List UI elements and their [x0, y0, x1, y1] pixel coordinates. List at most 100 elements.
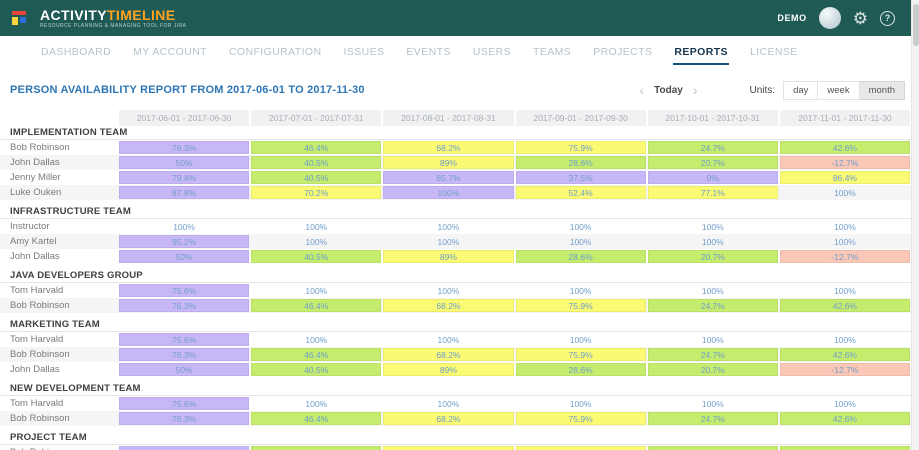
availability-cell: 100% [251, 284, 381, 297]
nav-item-projects[interactable]: PROJECTS [592, 37, 653, 65]
availability-cell: 68.2% [383, 412, 513, 425]
nav-item-configuration[interactable]: CONFIGURATION [228, 37, 323, 65]
nav-item-issues[interactable]: ISSUES [342, 37, 385, 65]
nav-item-my-account[interactable]: MY ACCOUNT [132, 37, 208, 65]
team-section-marketing-team: MARKETING TEAMTom Harvald75.6%100%100%10… [0, 318, 911, 377]
unit-button-day[interactable]: day [783, 81, 818, 100]
nav-item-dashboard[interactable]: DASHBOARD [40, 37, 112, 65]
prev-period-button[interactable]: ‹ [633, 83, 650, 97]
vertical-scrollbar[interactable] [911, 0, 919, 450]
table-row: Bob Robinson76.3%46.4%68.2%75.9%24.7%42.… [0, 411, 911, 426]
units-label: Units: [750, 85, 776, 96]
availability-cell: 100% [780, 186, 910, 199]
availability-cell: 100% [780, 333, 910, 346]
availability-cell: 100% [648, 397, 778, 410]
availability-cell: -12.7% [780, 363, 910, 376]
table-row: Tom Harvald75.6%100%100%100%100%100% [0, 396, 911, 411]
report-toolbar: PERSON AVAILABILITY REPORT FROM 2017-06-… [0, 66, 919, 100]
nav-item-reports[interactable]: REPORTS [673, 37, 729, 65]
availability-cell: 46.4% [251, 299, 381, 312]
column-header: 2017-09-01 - 2017-09-30 [516, 110, 646, 126]
person-name: Bob Robinson [0, 140, 118, 155]
availability-cell: 24.7% [648, 299, 778, 312]
availability-cell: -12.7% [780, 156, 910, 169]
availability-cell: 46.4% [251, 446, 381, 450]
availability-cell: 50% [119, 156, 249, 169]
column-header: 2017-07-01 - 2017-07-31 [251, 110, 381, 126]
availability-cell: 100% [251, 220, 381, 233]
availability-cell: 100% [383, 235, 513, 248]
availability-cell: 100% [780, 397, 910, 410]
app-logo-icon[interactable] [12, 10, 32, 26]
nav-item-teams[interactable]: TEAMS [532, 37, 572, 65]
nav-item-license[interactable]: LICENSE [749, 37, 799, 65]
nav-item-users[interactable]: USERS [472, 37, 512, 65]
availability-cell: 100% [516, 220, 646, 233]
help-icon[interactable]: ? [880, 11, 895, 26]
today-button[interactable]: Today [650, 85, 687, 96]
logo-blue-bar [20, 17, 26, 23]
availability-cell: 75.9% [516, 348, 646, 361]
availability-cell: 95.2% [119, 235, 249, 248]
availability-cell: 37.5% [516, 171, 646, 184]
table-row: Bob Robinson76.3%46.4%68.2%75.9%24.7%42.… [0, 298, 911, 313]
person-name: Bob Robinson [0, 298, 118, 313]
availability-cell: 68.2% [383, 141, 513, 154]
table-row: Bob Robinson76.3%46.4%68.2%75.9%24.7%42.… [0, 347, 911, 362]
availability-cell: 42.6% [780, 446, 910, 450]
brand[interactable]: ACTIVITYTIMELINE RESOURCE PLANNING & MAN… [40, 8, 186, 29]
unit-button-month[interactable]: month [860, 81, 905, 100]
scrollbar-thumb[interactable] [913, 4, 919, 46]
column-header: 2017-11-01 - 2017-11-30 [780, 110, 910, 126]
availability-cell: 52.4% [516, 186, 646, 199]
person-name: Jenny Miller [0, 170, 118, 185]
topbar-right: DEMO ⚙ ? [777, 7, 895, 29]
team-section-header: JAVA DEVELOPERS GROUP [0, 269, 911, 283]
availability-cell: 24.7% [648, 446, 778, 450]
availability-cell: 89% [383, 250, 513, 263]
column-header: 2017-08-01 - 2017-08-31 [383, 110, 513, 126]
availability-cell: 20.7% [648, 156, 778, 169]
availability-cell: 28.6% [516, 156, 646, 169]
availability-cell: 85.7% [383, 171, 513, 184]
availability-cell: 40.5% [251, 156, 381, 169]
app-window: ACTIVITYTIMELINE RESOURCE PLANNING & MAN… [0, 0, 919, 450]
availability-cell: 100% [119, 220, 249, 233]
next-period-button[interactable]: › [687, 83, 704, 97]
team-section-project-team: PROJECT TEAMBob Robinson76.3%46.4%68.2%7… [0, 431, 911, 450]
team-section-java-developers-group: JAVA DEVELOPERS GROUPTom Harvald75.6%100… [0, 269, 911, 313]
table-row: Amy Kartel95.2%100%100%100%100%100% [0, 234, 911, 249]
person-name: Bob Robinson [0, 347, 118, 362]
gear-icon[interactable]: ⚙ [853, 10, 868, 27]
nav-item-events[interactable]: EVENTS [405, 37, 451, 65]
table-row: Jenny Miller79.4%40.5%85.7%37.5%0%86.4% [0, 170, 911, 185]
team-section-header: MARKETING TEAM [0, 318, 911, 332]
person-name: Luke Ouken [0, 185, 118, 200]
availability-cell: 100% [383, 333, 513, 346]
availability-cell: 24.7% [648, 412, 778, 425]
team-section-implementation-team: IMPLEMENTATION TEAMBob Robinson76.3%46.4… [0, 126, 911, 200]
availability-cell: 68.2% [383, 348, 513, 361]
availability-cell: 42.6% [780, 299, 910, 312]
person-name: Bob Robinson [0, 445, 118, 450]
team-section-header: PROJECT TEAM [0, 431, 911, 445]
table-header-row: 2017-06-01 - 2017-06-302017-07-01 - 2017… [0, 110, 911, 126]
availability-cell: 100% [648, 220, 778, 233]
column-header: 2017-10-01 - 2017-10-31 [648, 110, 778, 126]
availability-cell: 0% [648, 171, 778, 184]
availability-cell: 68.2% [383, 446, 513, 450]
person-name: John Dallas [0, 155, 118, 170]
person-name: John Dallas [0, 362, 118, 377]
availability-cell: 77.1% [648, 186, 778, 199]
availability-cell: 46.4% [251, 141, 381, 154]
availability-cell: 100% [648, 333, 778, 346]
availability-cell: 100% [251, 397, 381, 410]
toolbar-controls: ‹ Today › Units: dayweekmonth [633, 80, 905, 100]
availability-cell: 40.5% [251, 171, 381, 184]
unit-button-week[interactable]: week [818, 81, 859, 100]
availability-cell: 87.8% [119, 186, 249, 199]
user-avatar[interactable] [819, 7, 841, 29]
availability-cell: 70.2% [251, 186, 381, 199]
availability-cell: 100% [780, 235, 910, 248]
column-header: 2017-06-01 - 2017-06-30 [119, 110, 249, 126]
